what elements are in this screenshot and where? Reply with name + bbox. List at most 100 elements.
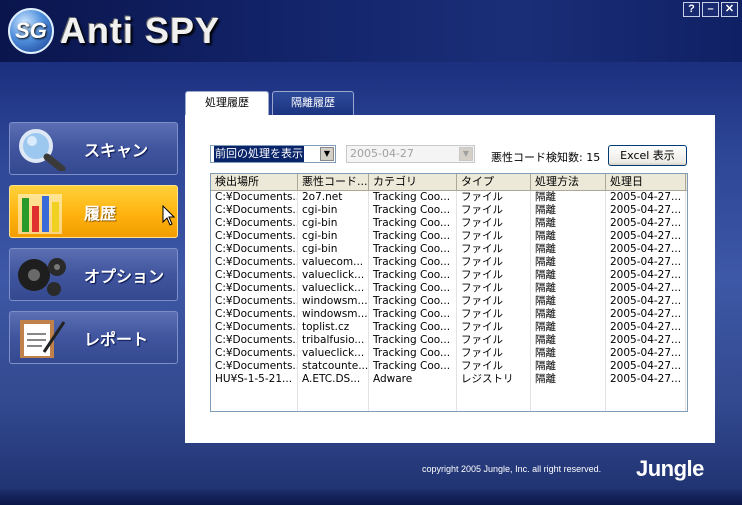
column-header[interactable]: 処理方法 [531, 174, 606, 190]
nav-report-label: レポート [84, 330, 149, 349]
nav-history-button[interactable]: 履歴 [9, 185, 178, 238]
table-cell: windowsm... [298, 295, 369, 308]
table-cell: ファイル [457, 230, 531, 243]
table-cell: 隔離 [531, 204, 606, 217]
table-cell: 2005-04-27... [606, 269, 686, 282]
table-cell: ファイル [457, 321, 531, 334]
chevron-down-icon[interactable]: ▼ [320, 147, 334, 161]
table-cell: 隔離 [531, 230, 606, 243]
table-cell: Tracking Coo... [369, 308, 457, 321]
app-logo: SG Anti SPY [8, 8, 220, 54]
nav-scan-label: スキャン [84, 141, 149, 160]
table-cell: 2005-04-27... [606, 373, 686, 386]
table-cell: 2005-04-27... [606, 230, 686, 243]
close-button[interactable]: ✕ [721, 2, 738, 17]
empty-cell [211, 386, 298, 399]
detection-count: 悪性コード検知数: 15 [491, 151, 601, 164]
table-cell: ファイル [457, 217, 531, 230]
table-row[interactable]: C:¥Documents... valueclick... Tracking Coo… [211, 282, 687, 295]
table-row[interactable]: C:¥Documents... 2o7.net Tracking Coo... ファイ… [211, 191, 687, 204]
help-button[interactable]: ? [683, 2, 700, 17]
empty-cell [606, 399, 686, 411]
logo-badge: SG [8, 8, 54, 54]
excel-view-button[interactable]: Excel 表示 [608, 145, 687, 166]
column-header[interactable]: カテゴリ [369, 174, 457, 190]
table-cell: ファイル [457, 269, 531, 282]
bottom-bar [0, 490, 742, 505]
table-cell: C:¥Documents... [211, 191, 298, 204]
table-cell: C:¥Documents... [211, 334, 298, 347]
app-window: SG Anti SPY ? – ✕ スキャン 履歴 オプション レポート 処理履… [0, 0, 742, 505]
table-cell: windowsm... [298, 308, 369, 321]
history-table[interactable]: 検出場所 悪性コード... カテゴリ タイプ 処理方法 処理日 C:¥Docum… [210, 173, 688, 412]
column-header[interactable]: 検出場所 [211, 174, 298, 190]
table-cell: ファイル [457, 334, 531, 347]
table-cell: 隔離 [531, 373, 606, 386]
table-cell: Tracking Coo... [369, 256, 457, 269]
tab-process-history[interactable]: 処理履歴 [185, 91, 269, 117]
nav-scan-button[interactable]: スキャン [9, 122, 178, 175]
table-row[interactable]: C:¥Documents... windowsm... Tracking Coo..… [211, 295, 687, 308]
history-filter-select[interactable]: 前回の処理を表示 ▼ [210, 145, 336, 163]
table-cell: Tracking Coo... [369, 334, 457, 347]
table-cell: Tracking Coo... [369, 191, 457, 204]
table-row[interactable]: C:¥Documents... cgi-bin Tracking Coo... ファイ… [211, 217, 687, 230]
table-cell: C:¥Documents... [211, 282, 298, 295]
table-cell: Tracking Coo... [369, 347, 457, 360]
table-row[interactable]: C:¥Documents... valueclick... Tracking Coo… [211, 269, 687, 282]
table-row[interactable]: C:¥Documents... statcounte... Tracking Coo… [211, 360, 687, 373]
nav-history-label: 履歴 [84, 204, 117, 223]
brand-logo: Jungle [636, 456, 704, 481]
copyright-text: copyright 2005 Jungle, Inc. all right re… [422, 464, 602, 474]
empty-row [211, 386, 687, 399]
column-header[interactable]: 悪性コード... [298, 174, 369, 190]
table-cell: 隔離 [531, 256, 606, 269]
table-cell: cgi-bin [298, 217, 369, 230]
report-clipboard-icon [20, 320, 66, 358]
table-row[interactable]: C:¥Documents... cgi-bin Tracking Coo... ファイ… [211, 230, 687, 243]
tab-quarantine-history[interactable]: 隔離履歴 [272, 91, 354, 115]
table-row[interactable]: C:¥Documents... cgi-bin Tracking Coo... ファイ… [211, 204, 687, 217]
table-cell: C:¥Documents... [211, 230, 298, 243]
table-cell: Tracking Coo... [369, 360, 457, 373]
empty-row [211, 399, 687, 411]
table-cell: ファイル [457, 191, 531, 204]
table-cell: ファイル [457, 308, 531, 321]
table-cell: 2o7.net [298, 191, 369, 204]
table-cell: 2005-04-27... [606, 360, 686, 373]
table-cell: Tracking Coo... [369, 269, 457, 282]
empty-cell [369, 399, 457, 411]
table-cell: 2005-04-27... [606, 347, 686, 360]
table-cell: C:¥Documents... [211, 347, 298, 360]
nav-options-button[interactable]: オプション [9, 248, 178, 301]
column-header[interactable]: 処理日 [606, 174, 686, 190]
mouse-cursor-icon [162, 205, 176, 226]
table-cell: 隔離 [531, 347, 606, 360]
table-cell: cgi-bin [298, 230, 369, 243]
table-row[interactable]: C:¥Documents... windowsm... Tracking Coo..… [211, 308, 687, 321]
window-controls: ? – ✕ [683, 2, 738, 17]
table-cell: 隔離 [531, 269, 606, 282]
table-cell: Tracking Coo... [369, 230, 457, 243]
date-value: 2005-04-27 [350, 147, 414, 160]
table-row[interactable]: C:¥Documents... valuecom... Tracking Coo..… [211, 256, 687, 269]
table-row[interactable]: C:¥Documents... toplist.cz Tracking Coo...… [211, 321, 687, 334]
table-cell: 2005-04-27... [606, 295, 686, 308]
empty-cell [457, 399, 531, 411]
nav-report-button[interactable]: レポート [9, 311, 178, 364]
table-cell: tribalfusio... [298, 334, 369, 347]
table-row[interactable]: HU¥S-1-5-21... A.ETC.DS... Adware レジストリ 隔離 20… [211, 373, 687, 386]
empty-cell [369, 386, 457, 399]
minimize-button[interactable]: – [702, 2, 719, 17]
table-row[interactable]: C:¥Documents... cgi-bin Tracking Coo... ファイ… [211, 243, 687, 256]
table-cell: Tracking Coo... [369, 243, 457, 256]
table-row[interactable]: C:¥Documents... tribalfusio... Tracking Co… [211, 334, 687, 347]
table-cell: レジストリ [457, 373, 531, 386]
table-cell: 隔離 [531, 321, 606, 334]
column-header[interactable]: タイプ [457, 174, 531, 190]
table-cell: 2005-04-27... [606, 243, 686, 256]
table-cell: 隔離 [531, 191, 606, 204]
table-row[interactable]: C:¥Documents... valueclick... Tracking Coo… [211, 347, 687, 360]
chevron-down-icon: ▼ [459, 147, 473, 161]
table-cell: C:¥Documents... [211, 217, 298, 230]
